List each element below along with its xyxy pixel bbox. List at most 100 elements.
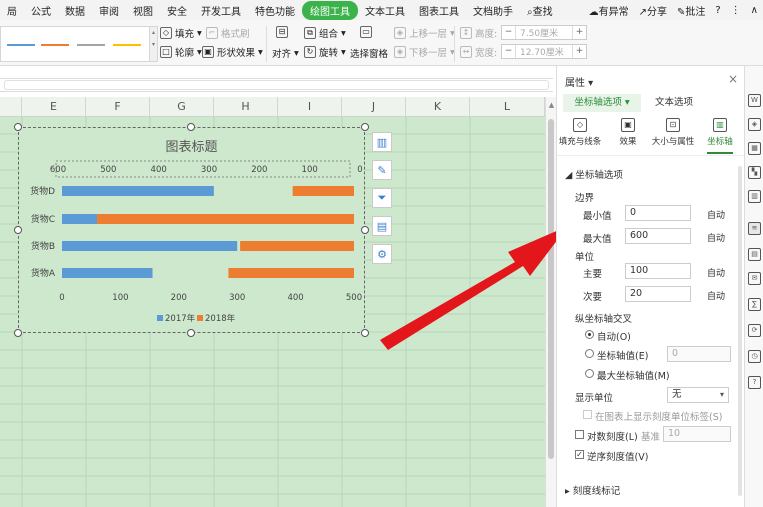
close-icon[interactable]: × [728, 72, 738, 86]
min-auto-button[interactable]: 自动 [707, 208, 725, 221]
menu-item-formula[interactable]: 公式 [24, 3, 58, 18]
menu-item-text-tools[interactable]: 文本工具 [358, 3, 412, 18]
shape-style-gallery[interactable] [0, 26, 150, 62]
column-header[interactable]: J [342, 97, 406, 117]
display-units-select[interactable]: 无 [667, 387, 729, 403]
chart-elements-icon[interactable]: ▥ [372, 132, 392, 152]
height-stepper[interactable]: − 7.50厘米 + [501, 25, 587, 40]
chart-filter-icon[interactable]: ⏷ [372, 188, 392, 208]
menu-item-developer[interactable]: 开发工具 [194, 3, 248, 18]
sheet-vertical-scrollbar[interactable]: ▲ [545, 97, 556, 507]
log-base-input[interactable]: 10 [663, 426, 731, 442]
style-swatch-orange[interactable] [41, 44, 69, 46]
width-stepper[interactable]: − 12.70厘米 + [501, 44, 587, 59]
minor-unit-input[interactable]: 20 [625, 286, 691, 302]
cross-auto-label[interactable]: 自动(O) [597, 329, 631, 343]
width-decrement[interactable]: − [502, 45, 516, 58]
align-icon-button[interactable]: ⊟ [276, 26, 288, 38]
document-icon[interactable]: ▤ [748, 248, 761, 261]
major-unit-input[interactable]: 100 [625, 263, 691, 279]
resize-handle-top[interactable] [187, 123, 195, 131]
property-settings-icon[interactable]: ≋ [748, 222, 761, 235]
send-backward-button[interactable]: ◈ 下移一层 ▾ [394, 45, 455, 59]
bar-2017[interactable] [62, 241, 238, 251]
cross-value-label[interactable]: 坐标轴值(E) [597, 348, 648, 362]
shape-effect-button[interactable]: ▣ 形状效果 ▾ [202, 45, 263, 59]
bar-2017[interactable] [62, 214, 98, 224]
bar-2018[interactable] [292, 186, 354, 196]
cross-auto-radio[interactable] [585, 330, 594, 339]
major-auto-button[interactable]: 自动 [707, 266, 725, 279]
layout-icon[interactable]: ▚ [748, 166, 761, 179]
history-icon[interactable]: ◷ [748, 350, 761, 363]
category-axis[interactable]: ▥ 坐标轴 [697, 118, 743, 154]
reverse-order-label[interactable]: 逆序刻度值(V) [587, 449, 648, 463]
resize-handle-top-right[interactable] [361, 123, 369, 131]
resize-handle-bottom-right[interactable] [361, 329, 369, 337]
column-header-d[interactable] [0, 97, 22, 117]
column-header[interactable]: E [22, 97, 86, 117]
width-value[interactable]: 12.70厘米 [516, 45, 572, 58]
chart-object[interactable]: 图表标题 600 500 400 300 200 100 0 货物D 货物C 货物B 货物A 0 100… [18, 127, 365, 333]
shape-icon[interactable]: ◈ [748, 118, 761, 131]
scrollbar-thumb[interactable] [548, 119, 554, 459]
bar-2018[interactable] [97, 214, 354, 224]
resize-handle-bottom-left[interactable] [14, 329, 22, 337]
category-fill-line[interactable]: ◇ 填充与线条 [557, 118, 603, 147]
cross-max-label[interactable]: 最大坐标轴值(M) [597, 368, 670, 382]
menu-item-drawing-tools[interactable]: 绘图工具 [302, 0, 358, 20]
collapse-ribbon-button[interactable]: ∧ [746, 5, 763, 16]
formula-input[interactable] [4, 80, 549, 90]
cross-max-radio[interactable] [585, 369, 594, 378]
resize-handle-top-left[interactable] [14, 123, 22, 131]
column-header[interactable]: G [150, 97, 214, 117]
show-unit-label-checkbox[interactable] [583, 410, 592, 419]
refresh-icon[interactable]: ⟳ [748, 324, 761, 337]
max-auto-button[interactable]: 自动 [707, 231, 725, 244]
selection-pane-icon-button[interactable]: ▭ [360, 26, 372, 38]
width-increment[interactable]: + [572, 45, 586, 58]
height-decrement[interactable]: − [502, 26, 516, 39]
chart-style-brush-icon[interactable]: ✎ [372, 160, 392, 180]
chart-icon[interactable]: ▥ [748, 190, 761, 203]
bar-2017[interactable] [62, 268, 153, 278]
menu-item-features[interactable]: 特色功能 [248, 3, 302, 18]
more-button[interactable]: ⋮ [726, 5, 746, 16]
bar-2017[interactable] [62, 186, 214, 196]
pane-scrollbar-thumb[interactable] [738, 166, 742, 496]
rotate-button[interactable]: ↻ 旋转 ▾ [304, 45, 346, 59]
table-icon[interactable]: ▦ [748, 142, 761, 155]
gallery-scroll[interactable]: ▴ ▾ [150, 26, 158, 62]
help-button[interactable]: ? [710, 5, 725, 16]
style-swatch-gray[interactable] [77, 44, 105, 46]
anomaly-button[interactable]: ☁有异常 [584, 3, 634, 18]
group-button[interactable]: ⧉ 组合 ▾ [304, 26, 346, 40]
reverse-order-checkbox[interactable]: ✓ [575, 450, 584, 459]
share-button[interactable]: ↗分享 [634, 3, 672, 18]
column-header[interactable]: I [278, 97, 342, 117]
fill-button[interactable]: ◇ 填充 ▾ [160, 26, 202, 40]
style-swatch-blue[interactable] [7, 44, 35, 46]
column-header[interactable]: H [214, 97, 278, 117]
legend-label[interactable]: 2017年 [165, 313, 196, 324]
menu-item-doc-assistant[interactable]: 文档助手 [466, 3, 520, 18]
menu-item-view[interactable]: 视图 [126, 3, 160, 18]
cross-value-input[interactable]: 0 [667, 346, 731, 362]
column-header[interactable]: L [470, 97, 545, 117]
resize-handle-bottom[interactable] [187, 329, 195, 337]
column-header[interactable]: F [86, 97, 150, 117]
outline-button[interactable]: □ 轮廓 ▾ [160, 45, 202, 59]
tab-text-options[interactable]: 文本选项 [655, 94, 693, 112]
log-scale-checkbox[interactable] [575, 430, 584, 439]
bring-forward-button[interactable]: ◈ 上移一层 ▾ [394, 26, 455, 40]
tab-axis-options[interactable]: 坐标轴选项 ▾ [563, 94, 641, 112]
bar-2018[interactable] [228, 268, 354, 278]
format-painter-button[interactable]: ⌐ 格式刷 [206, 26, 250, 40]
menu-item-chart-tools[interactable]: 图表工具 [412, 3, 466, 18]
column-header[interactable]: K [406, 97, 470, 117]
category-effect[interactable]: ▣ 效果 [605, 118, 651, 147]
resize-handle-right[interactable] [361, 226, 369, 234]
chart-type-icon[interactable]: ▤ [372, 216, 392, 236]
formula-icon[interactable]: ∑ [748, 298, 761, 311]
section-axis-options[interactable]: ◢ 坐标轴选项 [565, 167, 623, 181]
